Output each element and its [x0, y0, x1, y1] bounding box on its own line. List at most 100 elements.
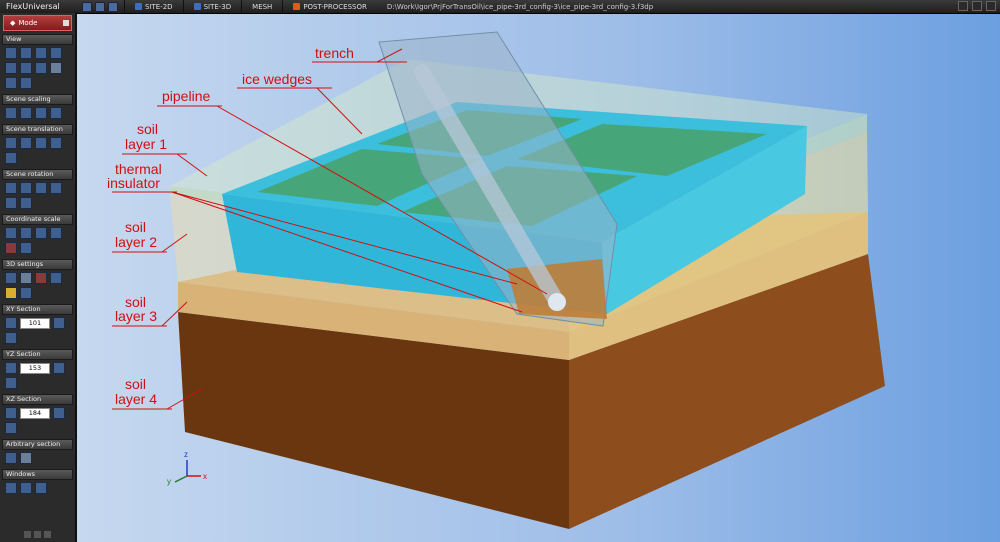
yz-section-value[interactable]: 153 [20, 362, 50, 374]
translate-up-icon[interactable] [5, 137, 17, 149]
view-iso-icon[interactable] [35, 62, 47, 74]
section-xy: XY Section 101 [2, 304, 73, 346]
label-soil-layer-3-b: layer 3 [115, 308, 157, 324]
view-bottom-icon[interactable] [20, 62, 32, 74]
yz-section-clear-icon[interactable] [5, 377, 17, 389]
scale-fit-icon[interactable] [5, 107, 17, 119]
label-soil-layer-1-b: layer 1 [125, 136, 167, 152]
label-soil-layer-2-a: soil [125, 219, 146, 235]
coord-fit-icon[interactable] [20, 242, 32, 254]
dropdown-icon [63, 20, 69, 26]
axis-z-label: z [184, 450, 188, 459]
open-file-icon[interactable] [95, 1, 105, 12]
maximize-icon[interactable] [972, 1, 982, 11]
section-arbitrary: Arbitrary section [2, 439, 73, 466]
view-front-icon[interactable] [5, 47, 17, 59]
coord-x-scale-icon[interactable] [5, 227, 17, 239]
zoom-in-icon[interactable] [35, 107, 47, 119]
coord-reset-icon[interactable] [50, 227, 62, 239]
view-pan-icon[interactable] [20, 77, 32, 89]
app-title: FlexUniversal [6, 2, 60, 11]
translate-left-icon[interactable] [35, 137, 47, 149]
coord-z-scale-icon[interactable] [35, 227, 47, 239]
rotate-y-icon[interactable] [20, 182, 32, 194]
mode-button[interactable]: ◆ Mode [3, 15, 72, 31]
label-soil-layer-4-a: soil [125, 376, 146, 392]
rotate-x-icon[interactable] [5, 182, 17, 194]
xy-section-value[interactable]: 101 [20, 317, 50, 329]
view-right-icon[interactable] [50, 47, 62, 59]
coord-xyz-icon[interactable] [5, 242, 17, 254]
3d-viewport[interactable]: trench ice wedges pipeline soil layer 1 … [77, 14, 1000, 542]
xy-section-toggle-icon[interactable] [5, 317, 17, 329]
render-mode-icon[interactable] [5, 272, 17, 284]
xz-section-clear-icon[interactable] [5, 422, 17, 434]
axis-y-line [174, 475, 188, 483]
view-fit-icon[interactable] [50, 62, 62, 74]
xy-section-flip-icon[interactable] [53, 317, 65, 329]
site-2d-icon [135, 3, 142, 10]
section-3d-settings: 3D settings [2, 259, 73, 301]
xz-section-toggle-icon[interactable] [5, 407, 17, 419]
rotate-z-icon[interactable] [35, 182, 47, 194]
quick-access-toolbar [82, 1, 118, 12]
lighting-icon[interactable] [5, 287, 17, 299]
label-thermal-insulator-b: insulator [107, 175, 160, 191]
close-icon[interactable] [986, 1, 996, 11]
window-play-icon[interactable] [20, 482, 32, 494]
label-trench: trench [315, 45, 354, 61]
section-xz: XZ Section 184 [2, 394, 73, 436]
axis-y-label: y [167, 477, 171, 486]
section-scene-scaling: Scene scaling [2, 94, 73, 121]
xz-section-flip-icon[interactable] [53, 407, 65, 419]
axis-x-label: x [203, 472, 207, 481]
minimize-icon[interactable] [958, 1, 968, 11]
xy-section-clear-icon[interactable] [5, 332, 17, 344]
save-file-icon[interactable] [108, 1, 118, 12]
tab-site-2d[interactable]: SITE-2D [124, 0, 183, 13]
scene-svg: trench ice wedges pipeline soil layer 1 … [107, 31, 885, 529]
label-soil-layer-4-b: layer 4 [115, 391, 157, 407]
site-3d-icon [193, 3, 201, 10]
zoom-out-icon[interactable] [50, 107, 62, 119]
view-top-icon[interactable] [5, 62, 17, 74]
scale-grid-icon[interactable] [20, 107, 32, 119]
panel-prev-icon[interactable] [24, 531, 31, 538]
window-layout-icon[interactable] [5, 482, 17, 494]
translate-center-icon[interactable] [5, 152, 17, 164]
label-ice-wedges: ice wedges [242, 71, 312, 87]
xz-section-value[interactable]: 184 [20, 407, 50, 419]
perspective-icon[interactable] [20, 287, 32, 299]
coord-y-scale-icon[interactable] [20, 227, 32, 239]
file-path: D:\Work\Igor\PrjForTransOil\ice_pipe-3rd… [386, 2, 654, 11]
yz-section-toggle-icon[interactable] [5, 362, 17, 374]
arbitrary-section-icon[interactable] [5, 452, 17, 464]
new-file-icon[interactable] [82, 1, 92, 12]
section-windows: Windows [2, 469, 73, 496]
section-scene-translation: Scene translation [2, 124, 73, 166]
window-list-icon[interactable] [35, 482, 47, 494]
yz-section-flip-icon[interactable] [53, 362, 65, 374]
panel-next-icon[interactable] [34, 531, 41, 538]
translate-right-icon[interactable] [50, 137, 62, 149]
pipeline-end [548, 293, 566, 311]
tab-post-processor[interactable]: POST-PROCESSOR [282, 0, 377, 13]
section-scene-rotation: Scene rotation [2, 169, 73, 211]
transparency-icon[interactable] [20, 272, 32, 284]
color-settings-icon[interactable] [35, 272, 47, 284]
tab-site-3d[interactable]: SITE-3D [182, 0, 242, 13]
view-left-icon[interactable] [35, 47, 47, 59]
view-back-icon[interactable] [20, 47, 32, 59]
window-controls [958, 1, 996, 11]
mesh-display-icon[interactable] [50, 272, 62, 284]
rotate-reset-icon[interactable] [5, 197, 17, 209]
section-yz: YZ Section 153 [2, 349, 73, 391]
tab-mesh[interactable]: MESH [241, 0, 282, 13]
arbitrary-plane-icon[interactable] [20, 452, 32, 464]
view-zoom-icon[interactable] [5, 77, 17, 89]
rotate-free-icon[interactable] [50, 182, 62, 194]
label-pipeline: pipeline [162, 88, 210, 104]
panel-pin-icon[interactable] [44, 531, 51, 538]
rotate-step-icon[interactable] [20, 197, 32, 209]
translate-down-icon[interactable] [20, 137, 32, 149]
